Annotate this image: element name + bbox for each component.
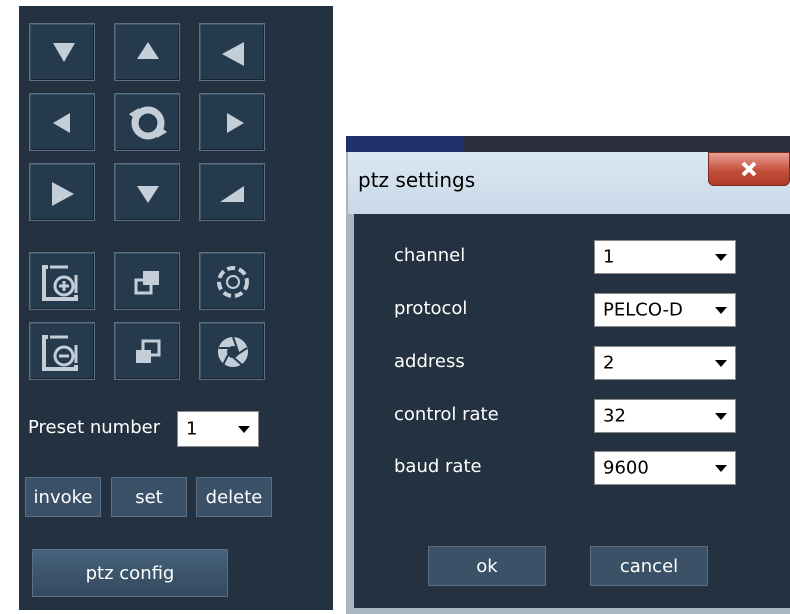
right-arrow-icon	[227, 113, 244, 133]
ptz-control-panel: Preset number 1 invoke set delete ptz co…	[19, 6, 333, 610]
down-right-arrow-icon	[220, 186, 244, 202]
set-button[interactable]: set	[111, 477, 187, 517]
zoom-out-icon	[42, 335, 78, 371]
preset-number-value: 1	[186, 418, 198, 440]
dialog-body: channel 1 protocol PELCO-D address 2 con…	[354, 214, 790, 608]
up-right-arrow-icon	[222, 42, 244, 66]
control-rate-label: control rate	[394, 404, 499, 425]
address-value: 2	[603, 352, 615, 374]
protocol-label: protocol	[394, 298, 468, 319]
close-icon	[741, 161, 757, 177]
focus-far-button[interactable]	[114, 322, 180, 380]
pan-up-right-button[interactable]	[199, 23, 265, 81]
address-label: address	[394, 351, 465, 372]
auto-rotate-icon	[129, 106, 167, 140]
zoom-in-icon	[42, 265, 78, 301]
focus-far-icon	[136, 339, 161, 363]
tilt-up-button[interactable]	[114, 23, 180, 81]
pan-right-button[interactable]	[199, 93, 265, 151]
baud-rate-label: baud rate	[394, 456, 482, 477]
up-left-arrow-icon	[53, 43, 75, 62]
zoom-out-button[interactable]	[29, 322, 95, 380]
pan-down-left-button[interactable]	[29, 163, 95, 221]
control-rate-value: 32	[603, 405, 626, 427]
protocol-select[interactable]: PELCO-D	[594, 293, 736, 327]
down-left-arrow-icon	[52, 182, 74, 206]
iris-open-icon	[217, 266, 249, 298]
dialog-title: ptz settings	[358, 168, 476, 192]
iris-close-button[interactable]	[199, 322, 265, 380]
protocol-value: PELCO-D	[603, 299, 683, 321]
focus-near-icon	[134, 271, 159, 295]
invoke-button[interactable]: invoke	[25, 477, 101, 517]
chevron-down-icon	[715, 307, 727, 314]
pan-left-button[interactable]	[29, 93, 95, 151]
chevron-down-icon	[715, 254, 727, 261]
cancel-button[interactable]: cancel	[590, 546, 708, 586]
chevron-down-icon	[715, 360, 727, 367]
chevron-down-icon	[715, 413, 727, 420]
left-arrow-icon	[53, 113, 70, 133]
zoom-in-button[interactable]	[29, 252, 95, 310]
background-window-strip	[346, 136, 790, 152]
address-select[interactable]: 2	[594, 346, 736, 380]
baud-rate-select[interactable]: 9600	[594, 451, 736, 485]
up-arrow-icon	[137, 42, 159, 59]
ok-button[interactable]: ok	[428, 546, 546, 586]
iris-open-button[interactable]	[199, 252, 265, 310]
pan-up-left-button[interactable]	[29, 23, 95, 81]
preset-number-label: Preset number	[28, 417, 161, 438]
preset-number-select[interactable]: 1	[177, 411, 259, 447]
pan-down-right-button[interactable]	[199, 163, 265, 221]
down-arrow-icon	[137, 186, 159, 203]
iris-close-icon	[218, 336, 248, 367]
close-button[interactable]	[708, 152, 790, 186]
delete-button[interactable]: delete	[196, 477, 272, 517]
ptz-settings-dialog: ptz settings channel 1 protocol PELCO-D …	[346, 136, 790, 614]
baud-rate-value: 9600	[603, 457, 649, 479]
tilt-down-button[interactable]	[114, 163, 180, 221]
control-rate-select[interactable]: 32	[594, 399, 736, 433]
chevron-down-icon	[238, 426, 250, 433]
chevron-down-icon	[715, 465, 727, 472]
channel-select[interactable]: 1	[594, 240, 736, 274]
channel-value: 1	[603, 246, 615, 268]
ptz-config-button[interactable]: ptz config	[32, 549, 228, 597]
channel-label: channel	[394, 245, 466, 266]
auto-rotate-button[interactable]	[114, 93, 180, 151]
focus-near-button[interactable]	[114, 252, 180, 310]
